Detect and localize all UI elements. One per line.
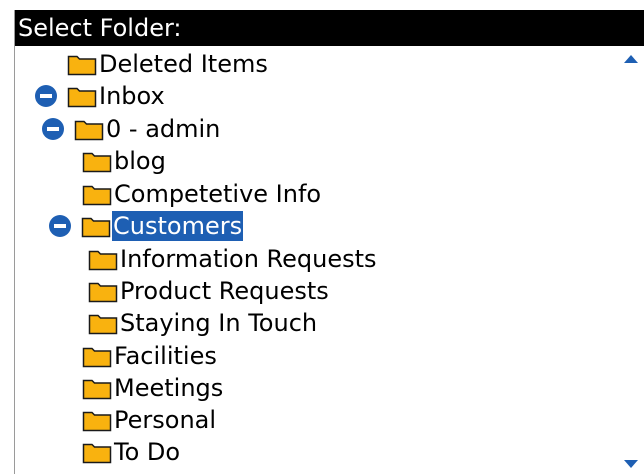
folder-row-meetings[interactable]: Meetings (82, 373, 224, 403)
folder-row-deleted-items[interactable]: Deleted Items (67, 49, 269, 79)
folder-row-0-admin[interactable]: 0 - admin (42, 114, 221, 144)
folder-icon (82, 440, 112, 464)
folder-icon (82, 149, 112, 173)
collapse-icon[interactable] (49, 215, 71, 237)
folder-row-blog[interactable]: blog (82, 146, 167, 176)
folder-label: Information Requests (120, 245, 377, 273)
folder-icon (74, 117, 104, 141)
folder-row-competetive-info[interactable]: Competetive Info (82, 179, 322, 209)
folder-icon (88, 311, 118, 335)
folder-label: Deleted Items (99, 50, 268, 78)
folder-icon (82, 376, 112, 400)
scroll-up-arrow-icon[interactable] (624, 55, 638, 63)
folder-icon (81, 214, 111, 238)
folder-label: Staying In Touch (120, 309, 318, 337)
folder-tree: Deleted Items Inbox 0 - admin blog Compe… (15, 46, 644, 474)
folder-label: Competetive Info (114, 180, 322, 208)
folder-label: Product Requests (120, 277, 329, 305)
folder-icon (88, 279, 118, 303)
select-folder-dialog: Select Folder: Deleted Items Inbox 0 - a… (14, 10, 644, 474)
collapse-icon[interactable] (42, 118, 64, 140)
folder-label: Inbox (99, 82, 165, 110)
collapse-icon[interactable] (35, 85, 57, 107)
folder-icon (82, 344, 112, 368)
folder-icon (82, 182, 112, 206)
folder-icon (67, 84, 97, 108)
folder-label: To Do (114, 438, 181, 466)
dialog-title: Select Folder: (15, 10, 644, 46)
folder-row-personal[interactable]: Personal (82, 405, 217, 435)
folder-row-information-requests[interactable]: Information Requests (88, 244, 378, 274)
folder-row-staying-in-touch[interactable]: Staying In Touch (88, 308, 318, 338)
folder-label: Facilities (114, 342, 217, 370)
folder-label: Customers (112, 211, 244, 241)
folder-icon (82, 408, 112, 432)
folder-row-facilities[interactable]: Facilities (82, 341, 218, 371)
scroll-down-arrow-icon[interactable] (624, 460, 638, 468)
folder-row-customers[interactable]: Customers (49, 211, 244, 241)
folder-label: Meetings (114, 374, 224, 402)
folder-row-product-requests[interactable]: Product Requests (88, 276, 330, 306)
folder-row-inbox[interactable]: Inbox (35, 81, 166, 111)
folder-label: Personal (114, 406, 217, 434)
folder-icon (88, 247, 118, 271)
folder-row-to-do[interactable]: To Do (82, 437, 181, 467)
folder-icon (67, 52, 97, 76)
folder-label: blog (114, 147, 166, 175)
folder-label: 0 - admin (106, 115, 221, 143)
